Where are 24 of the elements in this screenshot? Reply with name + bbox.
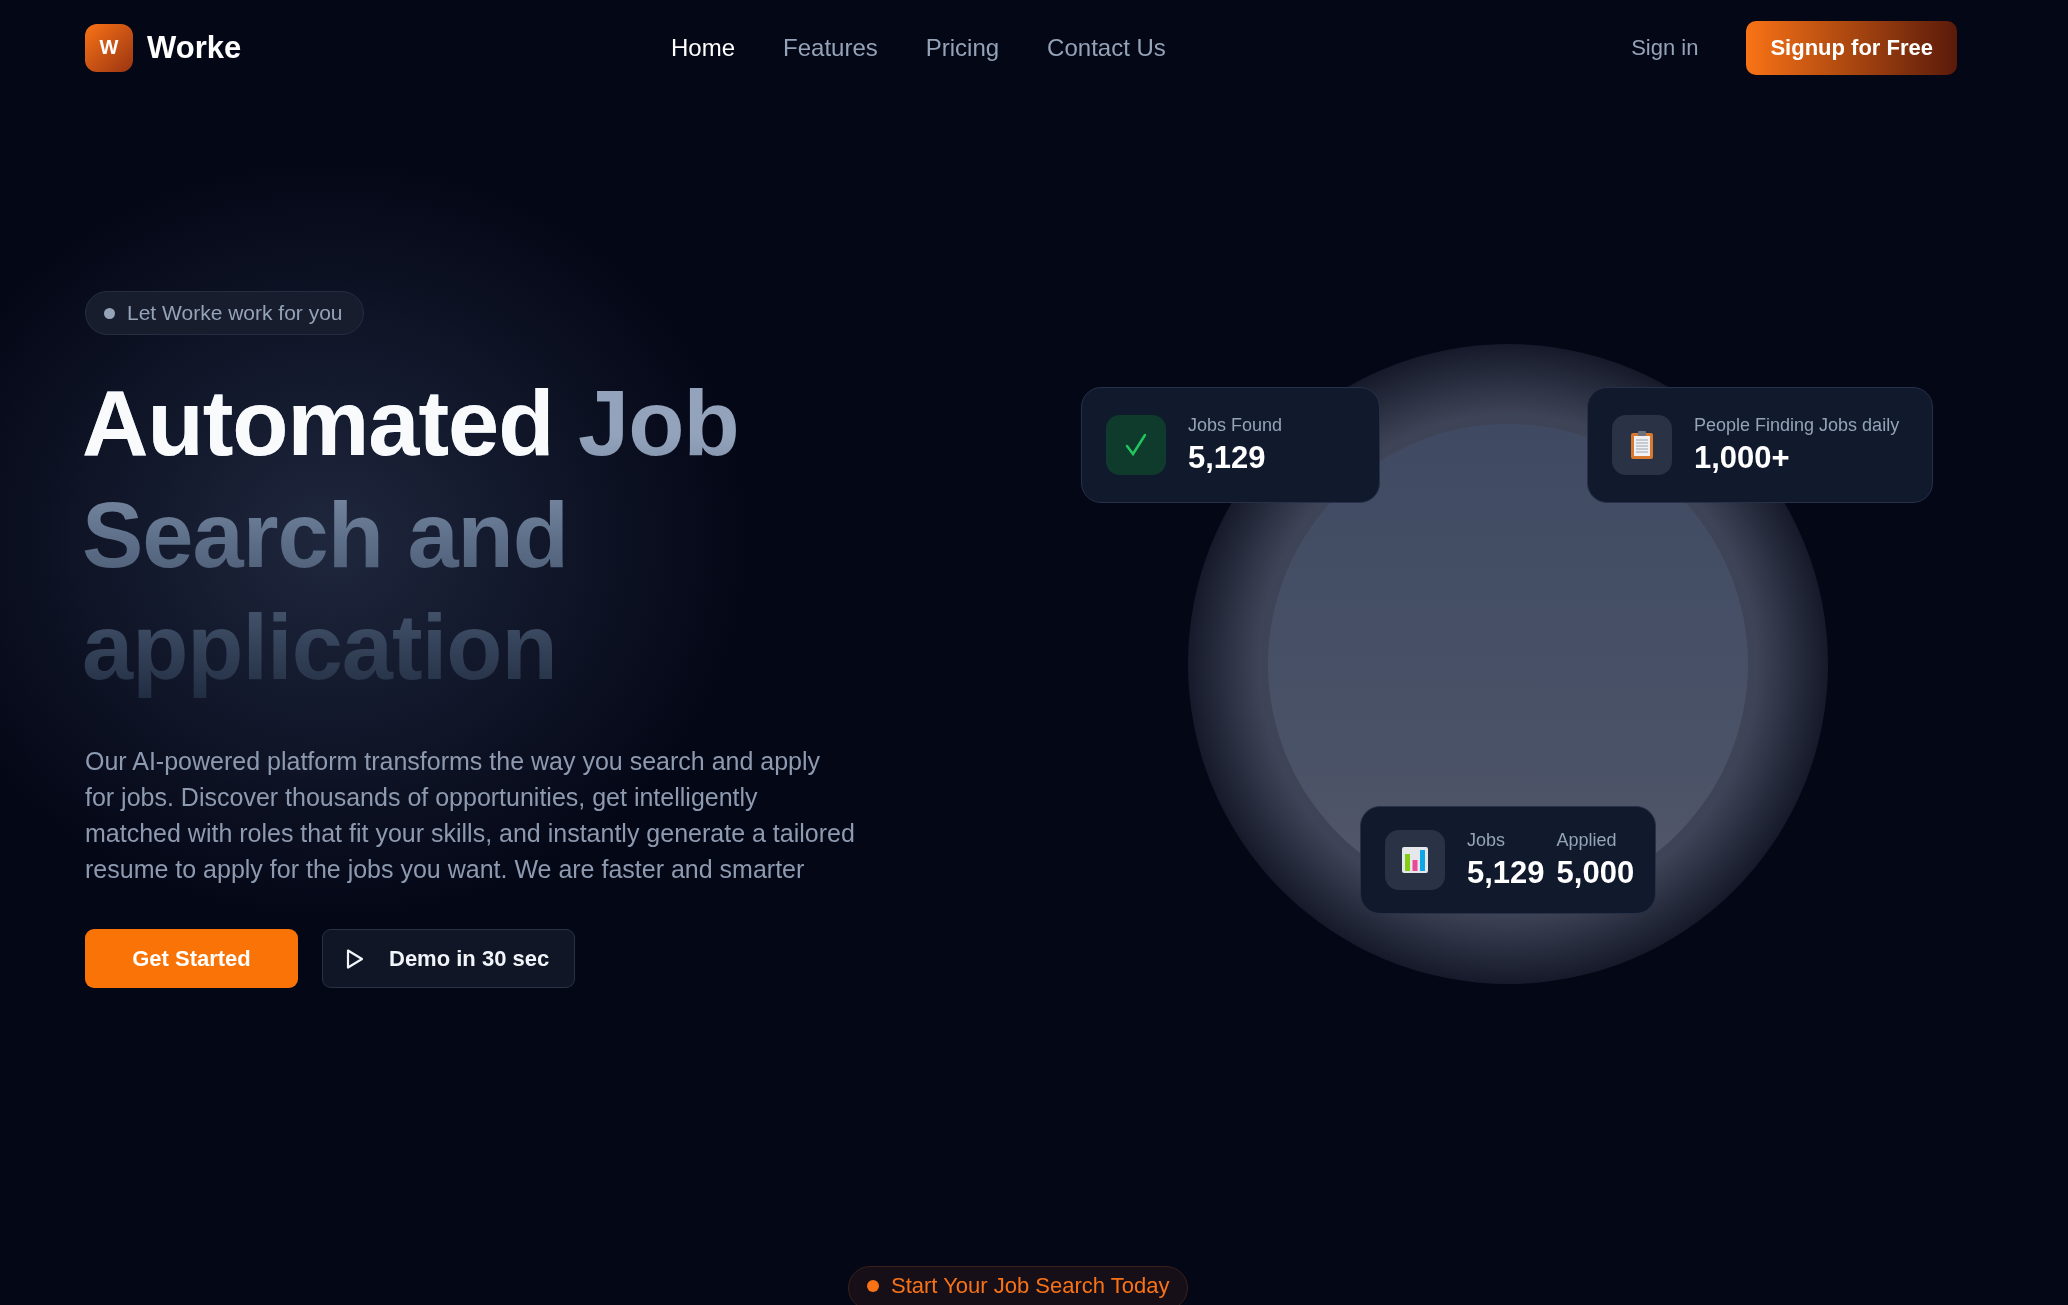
nav-link[interactable]: Home xyxy=(671,33,736,62)
clipboard-icon xyxy=(1630,430,1654,460)
stat-label: People Finding Jobs daily xyxy=(1694,414,1900,436)
stat-label: Applied xyxy=(1556,829,1618,851)
logo-icon[interactable]: W xyxy=(85,23,133,72)
sign-in-link[interactable]: Sign in xyxy=(1631,34,1699,61)
signup-button[interactable]: Signup for Free xyxy=(1746,20,1957,75)
brand-name: Worke xyxy=(147,29,242,66)
section-badge: Start Your Job Search Today xyxy=(848,1266,1189,1305)
stat-value: 1,000+ xyxy=(1694,439,1791,476)
stat-value: 5,129 xyxy=(1467,854,1545,891)
nav-link[interactable]: Contact Us xyxy=(1047,33,1166,62)
nav-link[interactable]: Pricing xyxy=(925,33,1000,62)
nav-link[interactable]: Features xyxy=(783,33,878,62)
tagline-badge: Let Worke work for you xyxy=(85,291,364,335)
checkmark-icon xyxy=(1125,433,1147,457)
stat-label: Jobs xyxy=(1467,829,1507,851)
play-icon xyxy=(345,947,365,970)
stat-value: 5,129 xyxy=(1188,439,1267,476)
hero-description: Our AI-powered platform transforms the way you search and apply for jobs. Discover thousands of opportunities, get intelligently matched with roles that fit your skills, and instantly generate a tailored resume to apply for the jobs you want. We are faster and smarter xyxy=(85,746,855,885)
stat-value: 5,000 xyxy=(1556,854,1635,891)
demo-button[interactable]: Demo in 30 sec xyxy=(322,929,575,988)
bar-chart-icon xyxy=(1401,846,1429,874)
stat-label: Jobs Found xyxy=(1188,414,1283,436)
